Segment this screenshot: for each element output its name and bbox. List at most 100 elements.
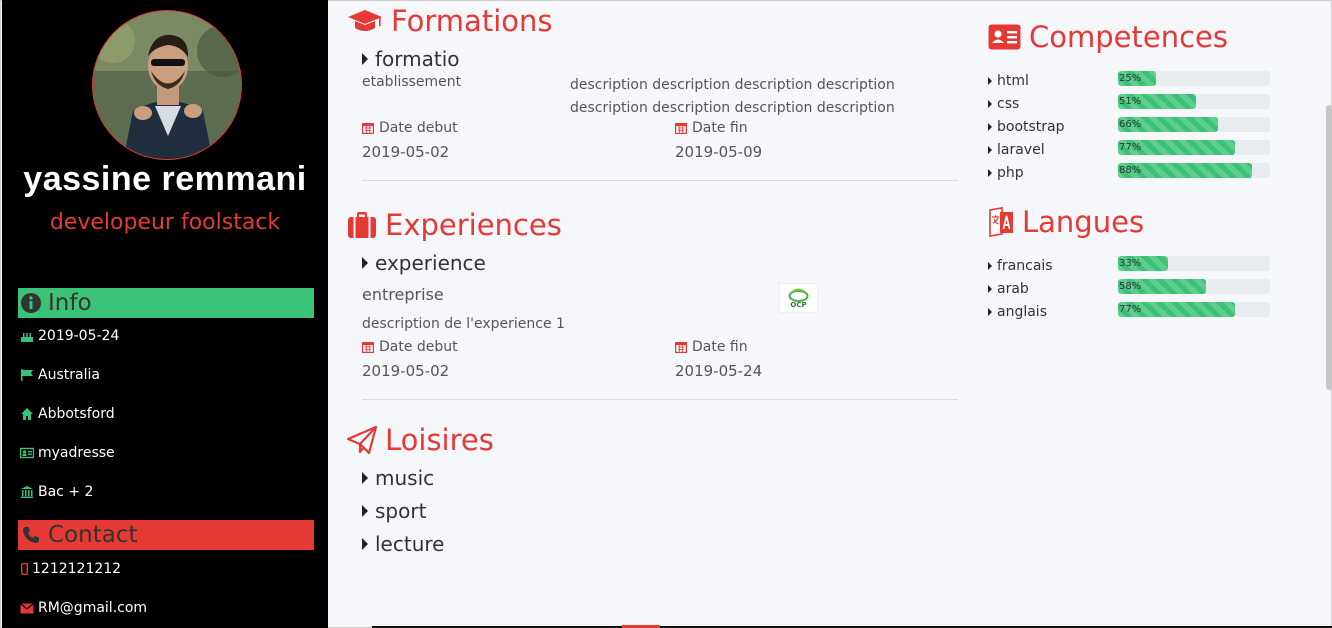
progress-fill: 33% — [1118, 256, 1169, 271]
langues-title: Langues — [1022, 205, 1145, 239]
info-birthday-text: 2019-05-24 — [38, 328, 120, 344]
langues-heading: Langues — [988, 205, 1144, 239]
company-logo-text: OCP — [790, 301, 807, 309]
caret-right-icon — [988, 169, 992, 177]
experience-description: description de l'experience 1 — [362, 316, 565, 332]
company-logo: OCP — [779, 283, 818, 313]
caret-right-icon — [362, 257, 368, 269]
briefcase-icon — [347, 211, 377, 239]
skill-item: laravel — [988, 142, 1045, 158]
experience-end-label-text: Date fin — [692, 339, 748, 355]
skill-name: php — [997, 165, 1024, 181]
info-item-education: Bac + 2 — [20, 484, 93, 500]
contact-phone-text: 1212121212 — [32, 561, 122, 577]
experience-end-date: 2019-05-24 — [675, 362, 763, 380]
phone-icon — [20, 524, 42, 546]
language-name: arab — [997, 281, 1029, 297]
language-progress-bar: 77% — [1118, 302, 1270, 317]
experience-end-label: Date fin — [675, 339, 748, 355]
formation-name[interactable]: formatio — [362, 47, 460, 71]
formations-heading: Formations — [347, 4, 552, 38]
formation-end-label-text: Date fin — [692, 120, 748, 136]
experience-start-label: Date debut — [362, 339, 458, 355]
progress-fill: 25% — [1118, 71, 1156, 86]
loisir-item: lecture — [362, 532, 444, 556]
info-circle-icon — [20, 292, 42, 314]
language-name: anglais — [997, 304, 1047, 320]
experience-start-date: 2019-05-02 — [362, 362, 450, 380]
formation-end-label: Date fin — [675, 120, 748, 136]
progress-fill: 66% — [1118, 117, 1219, 132]
experience-company: entreprise — [362, 285, 444, 304]
contact-item-phone[interactable]: 1212121212 — [20, 561, 121, 577]
caret-right-icon — [988, 146, 992, 154]
profile-name: yassine remmani — [23, 160, 307, 198]
loisir-item: sport — [362, 499, 426, 523]
loisirs-title: Loisires — [385, 423, 494, 457]
avatar — [92, 10, 242, 160]
caret-right-icon — [362, 53, 368, 65]
skill-progress-bar: 25% — [1118, 71, 1270, 86]
experience-name[interactable]: experience — [362, 251, 486, 275]
caret-right-icon — [362, 538, 368, 550]
university-icon — [20, 485, 34, 499]
skill-item: php — [988, 165, 1024, 181]
loisir-item-text: sport — [375, 499, 427, 523]
language-item: francais — [988, 258, 1053, 274]
contact-item-email[interactable]: RM@gmail.com — [20, 600, 147, 616]
caret-right-icon — [988, 262, 992, 270]
caret-right-icon — [362, 472, 368, 484]
experiences-heading: Experiences — [347, 208, 562, 242]
skill-item: bootstrap — [988, 119, 1065, 135]
flag-icon — [20, 368, 34, 382]
language-item: arab — [988, 281, 1029, 297]
id-card-icon — [20, 446, 34, 460]
skill-progress-bar: 77% — [1118, 140, 1270, 155]
home-icon — [20, 407, 34, 421]
progress-fill: 77% — [1118, 140, 1236, 155]
info-header: Info — [18, 288, 314, 318]
info-item-country: Australia — [20, 367, 100, 383]
progress-fill: 88% — [1118, 163, 1252, 178]
divider — [362, 399, 958, 400]
progress-fill: 77% — [1118, 302, 1236, 317]
profile-role: developeur foolstack — [49, 210, 281, 235]
caret-right-icon — [988, 100, 992, 108]
calendar-icon — [675, 122, 688, 135]
language-name: francais — [997, 258, 1053, 274]
caret-right-icon — [362, 505, 368, 517]
sidebar: yassine remmani developeur foolstack Inf… — [2, 0, 328, 628]
language-progress-bar: 33% — [1118, 256, 1270, 271]
experience-name-text: experience — [375, 251, 486, 275]
envelope-icon — [20, 601, 34, 615]
formation-establishment: etablissement — [362, 74, 462, 90]
skill-item: css — [988, 96, 1019, 112]
progress-fill: 51% — [1118, 94, 1196, 109]
info-education-text: Bac + 2 — [38, 484, 94, 500]
loisir-item-text: music — [375, 466, 435, 490]
calendar-icon — [362, 122, 375, 135]
vertical-scrollbar[interactable] — [1326, 105, 1332, 390]
skill-name: laravel — [997, 142, 1045, 158]
experience-start-label-text: Date debut — [379, 339, 458, 355]
loisirs-heading: Loisires — [347, 423, 494, 457]
skill-name: bootstrap — [997, 119, 1065, 135]
contact-email-text: RM@gmail.com — [38, 600, 148, 616]
caret-right-icon — [988, 308, 992, 316]
skill-progress-bar: 51% — [1118, 94, 1270, 109]
skill-name: html — [997, 73, 1029, 89]
formation-start-date: 2019-05-02 — [362, 143, 450, 161]
caret-right-icon — [988, 77, 992, 85]
contact-title: Contact — [48, 522, 138, 548]
formations-title: Formations — [391, 4, 553, 38]
formation-end-date: 2019-05-09 — [675, 143, 763, 161]
address-card-icon — [988, 24, 1021, 50]
formation-description: description description description desc… — [570, 77, 895, 116]
graduation-cap-icon — [347, 8, 383, 34]
loisir-item: music — [362, 466, 434, 490]
skill-progress-bar: 66% — [1118, 117, 1270, 132]
language-progress-bar: 58% — [1118, 279, 1270, 294]
skill-progress-bar: 88% — [1118, 163, 1270, 178]
skill-name: css — [997, 96, 1020, 112]
paper-plane-icon — [347, 426, 377, 454]
